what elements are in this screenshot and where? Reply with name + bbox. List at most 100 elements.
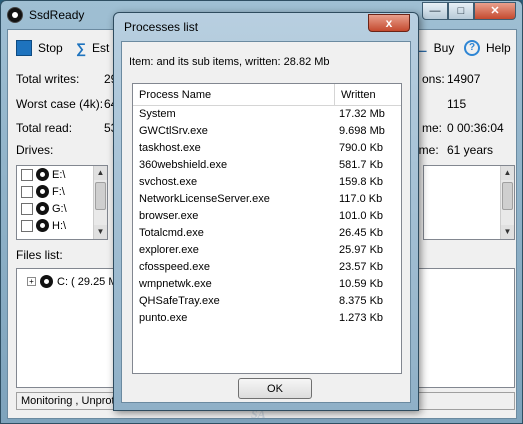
close-button[interactable]: ✕	[474, 2, 516, 20]
drive-checkbox[interactable]	[21, 185, 33, 198]
written-cell: 117.0 Kb	[339, 193, 383, 205]
scroll-thumb[interactable]	[502, 182, 513, 210]
column-header-process-name[interactable]: Process Name	[133, 84, 335, 105]
table-row[interactable]: QHSafeTray.exe 8.375 Kb	[133, 293, 401, 310]
dialog-close-icon[interactable]: x	[368, 14, 410, 32]
table-row[interactable]: NetworkLicenseServer.exe 117.0 Kb	[133, 191, 401, 208]
process-name-cell: svchost.exe	[139, 176, 198, 188]
table-row[interactable]: GWCtlSrv.exe 9.698 Mb	[133, 123, 401, 140]
processes-dialog: Processes list x Item: and its sub items…	[113, 12, 419, 411]
drive-checkbox[interactable]	[21, 202, 33, 215]
disk-icon	[36, 168, 49, 181]
maximize-button[interactable]: □	[448, 2, 474, 20]
estimate-icon: ∑	[76, 40, 86, 56]
scroll-up-icon[interactable]: ▲	[94, 166, 107, 180]
table-row[interactable]: cfosspeed.exe 23.57 Kb	[133, 259, 401, 276]
right-list-scrollbar[interactable]: ▲ ▼	[500, 166, 514, 239]
estimate-label: Est	[91, 41, 110, 55]
written-cell: 9.698 Mb	[339, 125, 385, 137]
table-row[interactable]: 360webshield.exe 581.7 Kb	[133, 157, 401, 174]
process-name-cell: cfosspeed.exe	[139, 261, 210, 273]
process-name-cell: NetworkLicenseServer.exe	[139, 193, 270, 205]
drives-scrollbar[interactable]: ▲ ▼	[93, 166, 107, 239]
process-name-cell: punto.exe	[139, 312, 188, 324]
process-name-cell: browser.exe	[139, 210, 199, 222]
process-name-cell: Totalcmd.exe	[139, 227, 204, 239]
table-row[interactable]: taskhost.exe 790.0 Kb	[133, 140, 401, 157]
total-writes-label: Total writes:	[16, 72, 80, 86]
ok-button[interactable]: OK	[238, 378, 312, 399]
process-rows: System 17.32 Mb GWCtlSrv.exe 9.698 Mb taskho…	[133, 106, 401, 327]
table-row[interactable]: System 17.32 Mb	[133, 106, 401, 123]
stop-square-icon	[16, 40, 32, 56]
scroll-up-icon[interactable]: ▲	[501, 166, 514, 180]
scroll-down-icon[interactable]: ▼	[501, 225, 514, 239]
lifetime-label: ime:	[416, 143, 439, 157]
expand-plus-icon[interactable]: +	[27, 277, 36, 286]
written-cell: 26.45 Kb	[339, 227, 384, 239]
main-window-title: SsdReady	[29, 8, 85, 22]
drive-label: H:\	[52, 219, 67, 232]
disk-icon	[40, 275, 53, 288]
worst-case-label: Worst case (4k):	[16, 97, 104, 111]
process-name-cell: QHSafeTray.exe	[139, 295, 220, 307]
dialog-title: Processes list	[124, 20, 199, 34]
scroll-thumb[interactable]	[95, 182, 106, 210]
table-row[interactable]: punto.exe 1.273 Kb	[133, 310, 401, 327]
drive-label: G:\	[52, 202, 67, 215]
process-name-cell: explorer.exe	[139, 244, 199, 256]
disk-icon	[36, 202, 49, 215]
dialog-info-text: Item: and its sub items, written: 28.82 …	[129, 56, 330, 68]
right-list-box: ▲ ▼	[423, 165, 515, 240]
written-cell: 1.273 Kb	[339, 312, 384, 324]
buy-button[interactable]: ⚊ Buy	[416, 40, 454, 56]
stat-value-2: 115	[447, 97, 467, 111]
buy-label: Buy	[433, 41, 455, 55]
help-button[interactable]: ? Help	[464, 40, 511, 56]
process-name-cell: wmpnetwk.exe	[139, 278, 212, 290]
disk-icon	[36, 185, 49, 198]
stop-button[interactable]: Stop	[16, 40, 63, 56]
lifetime-value: 61 years	[447, 143, 494, 157]
table-row[interactable]: Totalcmd.exe 26.45 Kb	[133, 225, 401, 242]
estimate-button[interactable]: ∑ Est	[76, 40, 109, 56]
drive-checkbox[interactable]	[21, 168, 33, 181]
written-cell: 17.32 Mb	[339, 108, 385, 120]
window-controls: — □ ✕	[422, 2, 516, 20]
minimize-button[interactable]: —	[422, 2, 448, 20]
disk-icon	[36, 219, 49, 232]
app-disk-icon	[7, 7, 23, 23]
drives-label: Drives:	[16, 143, 54, 157]
help-icon: ?	[464, 40, 480, 56]
written-cell: 159.8 Kb	[339, 176, 384, 188]
table-row[interactable]: wmpnetwk.exe 10.59 Kb	[133, 276, 401, 293]
process-list: Process Name Written System 17.32 Mb GWCtl…	[132, 83, 402, 374]
drive-label: F:\	[52, 185, 65, 198]
time-value: 0 00:36:04	[447, 121, 504, 135]
written-cell: 25.97 Kb	[339, 244, 384, 256]
drives-list: E:\ F:\ G:\ H:\ ▲ ▼	[16, 165, 108, 240]
process-name-cell: System	[139, 108, 176, 120]
drive-label: E:\	[52, 168, 66, 181]
written-cell: 23.57 Kb	[339, 261, 384, 273]
drive-checkbox[interactable]	[21, 219, 33, 232]
written-cell: 790.0 Kb	[339, 142, 384, 154]
process-name-cell: taskhost.exe	[139, 142, 201, 154]
written-cell: 581.7 Kb	[339, 159, 384, 171]
operations-label: ons:	[422, 72, 445, 86]
tree-item-label: C: ( 29.25 M	[57, 275, 118, 288]
operations-value: 14907	[447, 72, 481, 86]
process-name-cell: 360webshield.exe	[139, 159, 228, 171]
written-cell: 8.375 Kb	[339, 295, 384, 307]
total-read-label: Total read:	[16, 121, 73, 135]
scroll-down-icon[interactable]: ▼	[94, 225, 107, 239]
table-row[interactable]: svchost.exe 159.8 Kb	[133, 174, 401, 191]
process-list-header: Process Name Written	[133, 84, 401, 106]
table-row[interactable]: browser.exe 101.0 Kb	[133, 208, 401, 225]
time-label: me:	[422, 121, 443, 135]
help-label: Help	[486, 41, 511, 55]
tree-item[interactable]: + C: ( 29.25 M	[27, 275, 118, 288]
column-header-written[interactable]: Written	[335, 84, 401, 105]
table-row[interactable]: explorer.exe 25.97 Kb	[133, 242, 401, 259]
stop-label: Stop	[38, 41, 63, 55]
